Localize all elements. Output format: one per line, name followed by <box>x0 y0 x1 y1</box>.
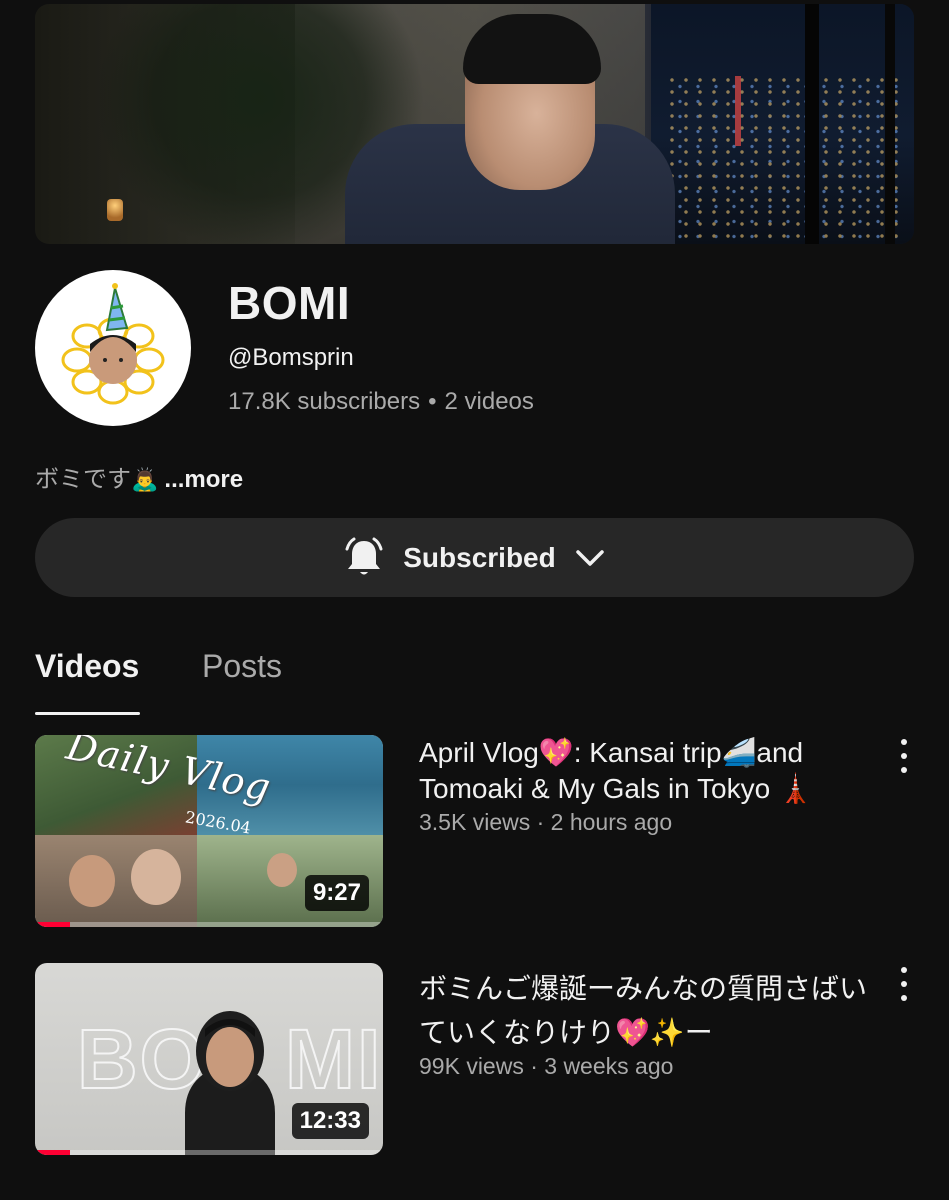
watch-progress-fill <box>35 1150 70 1155</box>
video-title[interactable]: April Vlog💖: Kansai trip🚄and Tomoaki & M… <box>419 735 879 807</box>
channel-banner <box>35 4 914 244</box>
banner-city-lights <box>665 74 905 244</box>
watch-progress-fill <box>35 922 70 927</box>
bell-icon <box>339 533 389 583</box>
channel-stats: 17.8K subscribers • 2 videos <box>228 388 534 416</box>
banner-person <box>325 14 675 244</box>
video-thumbnail[interactable]: BO MI 12:33 <box>35 963 383 1155</box>
description-text: ボミです <box>35 466 131 493</box>
banner-window-frame <box>885 4 895 244</box>
chevron-down-icon <box>570 538 610 578</box>
avatar-illustration <box>61 283 165 405</box>
video-thumbnail[interactable]: Daily Vlog 2026.04 9:27 <box>35 735 383 927</box>
channel-name: BOMI <box>228 277 351 329</box>
description-emoji: 🙇‍♂️ <box>131 467 159 492</box>
more-options-icon[interactable] <box>894 739 914 773</box>
channel-page: BOMI @Bomsprin 17.8K subscribers • 2 video… <box>0 0 949 1200</box>
stats-separator: • <box>428 388 437 415</box>
video-duration: 9:27 <box>304 875 369 911</box>
banner-window-frame <box>805 4 819 244</box>
banner-tower <box>735 76 741 146</box>
watch-progress-bar <box>35 922 383 927</box>
tab-videos[interactable]: Videos <box>35 648 139 685</box>
active-tab-indicator <box>35 712 140 715</box>
thumb-photo <box>35 835 197 927</box>
video-meta: 3.5K views · 2 hours ago <box>419 809 673 835</box>
thumb-face <box>131 849 181 905</box>
more-options-icon[interactable] <box>894 967 914 1001</box>
watch-progress-bar <box>35 1150 383 1155</box>
video-duration: 12:33 <box>291 1103 369 1139</box>
tab-posts[interactable]: Posts <box>202 648 282 685</box>
more-link[interactable]: ...more <box>164 466 243 493</box>
thumb-face <box>267 853 297 887</box>
subscribed-label: Subscribed <box>403 541 556 573</box>
banner-candle <box>107 199 123 221</box>
channel-avatar[interactable] <box>35 270 191 426</box>
video-count: 2 videos <box>444 388 534 415</box>
channel-description[interactable]: ボミです🙇‍♂️ ...more <box>35 459 243 494</box>
subscribed-button[interactable]: Subscribed <box>35 518 914 597</box>
subscriber-count: 17.8K subscribers <box>228 388 421 415</box>
video-title[interactable]: ボミんご爆誕ーみんなの質問さばいていくなりけり💖✨ー <box>419 967 879 1055</box>
channel-handle: @Bomsprin <box>228 344 354 371</box>
thumb-face <box>69 855 115 907</box>
thumb-person <box>185 1011 275 1155</box>
video-meta: 99K views · 3 weeks ago <box>419 1053 674 1079</box>
banner-person-hair <box>463 14 601 84</box>
